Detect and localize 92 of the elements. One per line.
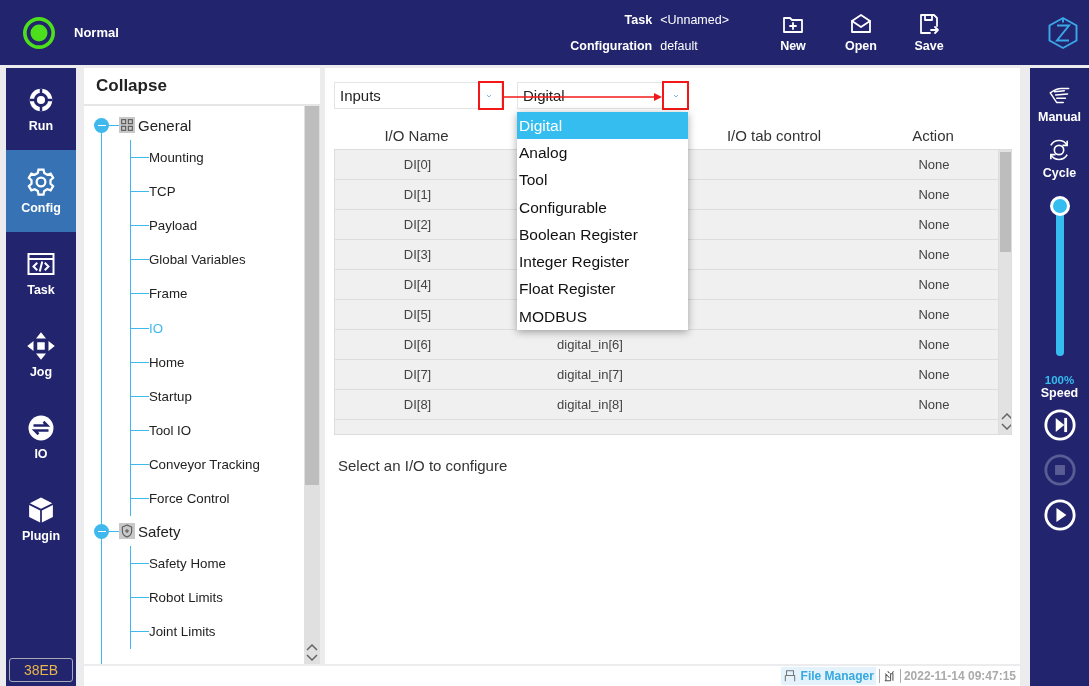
table-cell-text: DI[5] (402, 307, 433, 322)
direction-dropdown[interactable]: Inputs (334, 82, 502, 109)
configuration-value: default (660, 38, 699, 53)
nav-tab[interactable]: Run (6, 68, 76, 150)
table-cell-text: digital_in[8] (556, 397, 624, 412)
configuration-label: Configuration (570, 38, 653, 53)
exchange-arrows-icon (26, 413, 56, 443)
table-cell-text: None (917, 367, 951, 382)
save-button[interactable]: Save (895, 12, 963, 53)
table-cell-text: DI[2] (402, 217, 433, 232)
table-cell-text: None (917, 337, 951, 352)
tree-item[interactable]: Frame (149, 286, 188, 302)
date-time: 2022-11-14 09:47:15 (903, 669, 1016, 683)
table-cell-text: DI[6] (402, 337, 433, 352)
table-cell-text: None (917, 187, 951, 202)
table-cell-text: DI[8] (402, 397, 433, 412)
speed-reading: 100% (1044, 374, 1075, 386)
tree-item[interactable]: Safety Home (149, 555, 226, 571)
cube-icon (26, 495, 56, 525)
dropdown-option[interactable]: Configurable (517, 193, 688, 222)
scroll-arrows-icon (1001, 413, 1011, 430)
nav-tab[interactable]: Jog (6, 314, 76, 396)
dropdown-option[interactable]: Float Register (517, 275, 688, 304)
manual-mode-button[interactable]: Manual (1037, 82, 1082, 124)
nav-tab[interactable]: Plugin (6, 478, 76, 560)
tree-item[interactable]: Tool IO (149, 423, 192, 439)
device-code-badge: 38EB (9, 658, 73, 682)
table-cell-text: None (917, 307, 951, 322)
scrollbar[interactable] (998, 150, 1011, 434)
play-icon (1042, 498, 1077, 532)
tree-item[interactable]: Global Variables (149, 252, 246, 268)
stop-icon (1042, 453, 1077, 487)
tree-item[interactable]: Force Control (149, 491, 230, 507)
new-button[interactable]: New (759, 12, 827, 53)
tree-item[interactable]: Home (149, 354, 185, 370)
table-cell-text: None (917, 247, 951, 262)
tree-item[interactable]: Joint Limits (149, 624, 216, 640)
annotation-box (662, 81, 689, 110)
dropdown-option[interactable]: Tool (517, 166, 688, 194)
tree-item[interactable]: Mounting (149, 149, 204, 165)
speed-label: Speed (1040, 386, 1079, 400)
table-cell-text: DI[1] (402, 187, 433, 202)
nav-tab[interactable]: IO (6, 396, 76, 478)
table-cell-text: DI[7] (402, 367, 433, 382)
collapse-header[interactable]: Collapse (84, 68, 320, 106)
usb-drive-icon (782, 669, 797, 683)
table-cell-text: DI[4] (402, 277, 433, 292)
table-cell-text: DI[0] (402, 157, 433, 172)
envelope-icon (849, 12, 873, 36)
tree-group-item[interactable]: Safety (138, 522, 181, 540)
status-indicator-icon (22, 15, 56, 50)
collapse-toggle[interactable] (94, 117, 109, 133)
table-cell-text: None (917, 217, 951, 232)
task-label: Task (623, 12, 653, 27)
status-label: Normal (74, 25, 120, 40)
dropdown-option[interactable]: Integer Register (517, 248, 688, 276)
dropdown-option[interactable]: Boolean Register (517, 221, 688, 249)
tree-item[interactable]: Startup (149, 388, 192, 404)
move-arrows-icon (26, 331, 56, 361)
floppy-disk-icon (917, 12, 941, 36)
scrollbar[interactable] (304, 106, 320, 664)
table-cell-text: digital_in[7] (556, 367, 624, 382)
open-button[interactable]: Open (827, 12, 895, 53)
tree-item[interactable]: Payload (149, 217, 198, 233)
annotation-box (478, 81, 504, 110)
slider-thumb[interactable] (1049, 196, 1070, 216)
skip-forward-icon (1042, 408, 1077, 442)
nav-tab[interactable]: Task (6, 232, 76, 314)
collapse-toggle[interactable] (94, 523, 109, 539)
nav-tab[interactable]: Config (6, 150, 76, 232)
shield-icon (119, 523, 135, 540)
table-cell-text: digital_in[6] (556, 337, 624, 352)
dropdown-option[interactable]: MODBUS (517, 303, 688, 331)
table-cell-text: DI[3] (402, 247, 433, 262)
tree-item[interactable]: TCP (149, 183, 176, 199)
table-cell-text: None (917, 157, 951, 172)
table-cell-text: None (917, 397, 951, 412)
column-header: Action (911, 126, 955, 144)
tree-item[interactable]: Robot Limits (149, 589, 223, 605)
hint-text: Select an I/O to configure (338, 457, 509, 474)
column-header: I/O Name (383, 126, 450, 144)
task-value: <Unnamed> (660, 12, 729, 27)
gear-icon (26, 167, 56, 197)
tree-group-item[interactable]: General (138, 116, 192, 134)
cycle-button[interactable]: Cycle (1042, 136, 1077, 180)
column-header: I/O tab control (725, 126, 823, 144)
robot-arm-icon (882, 669, 897, 683)
scroll-arrows-icon (306, 644, 318, 661)
table-cell-text: None (917, 277, 951, 292)
grid-icon (119, 117, 135, 133)
tree-item[interactable]: Conveyor Tracking (149, 457, 260, 473)
dropdown-option[interactable]: Analog (517, 139, 688, 167)
